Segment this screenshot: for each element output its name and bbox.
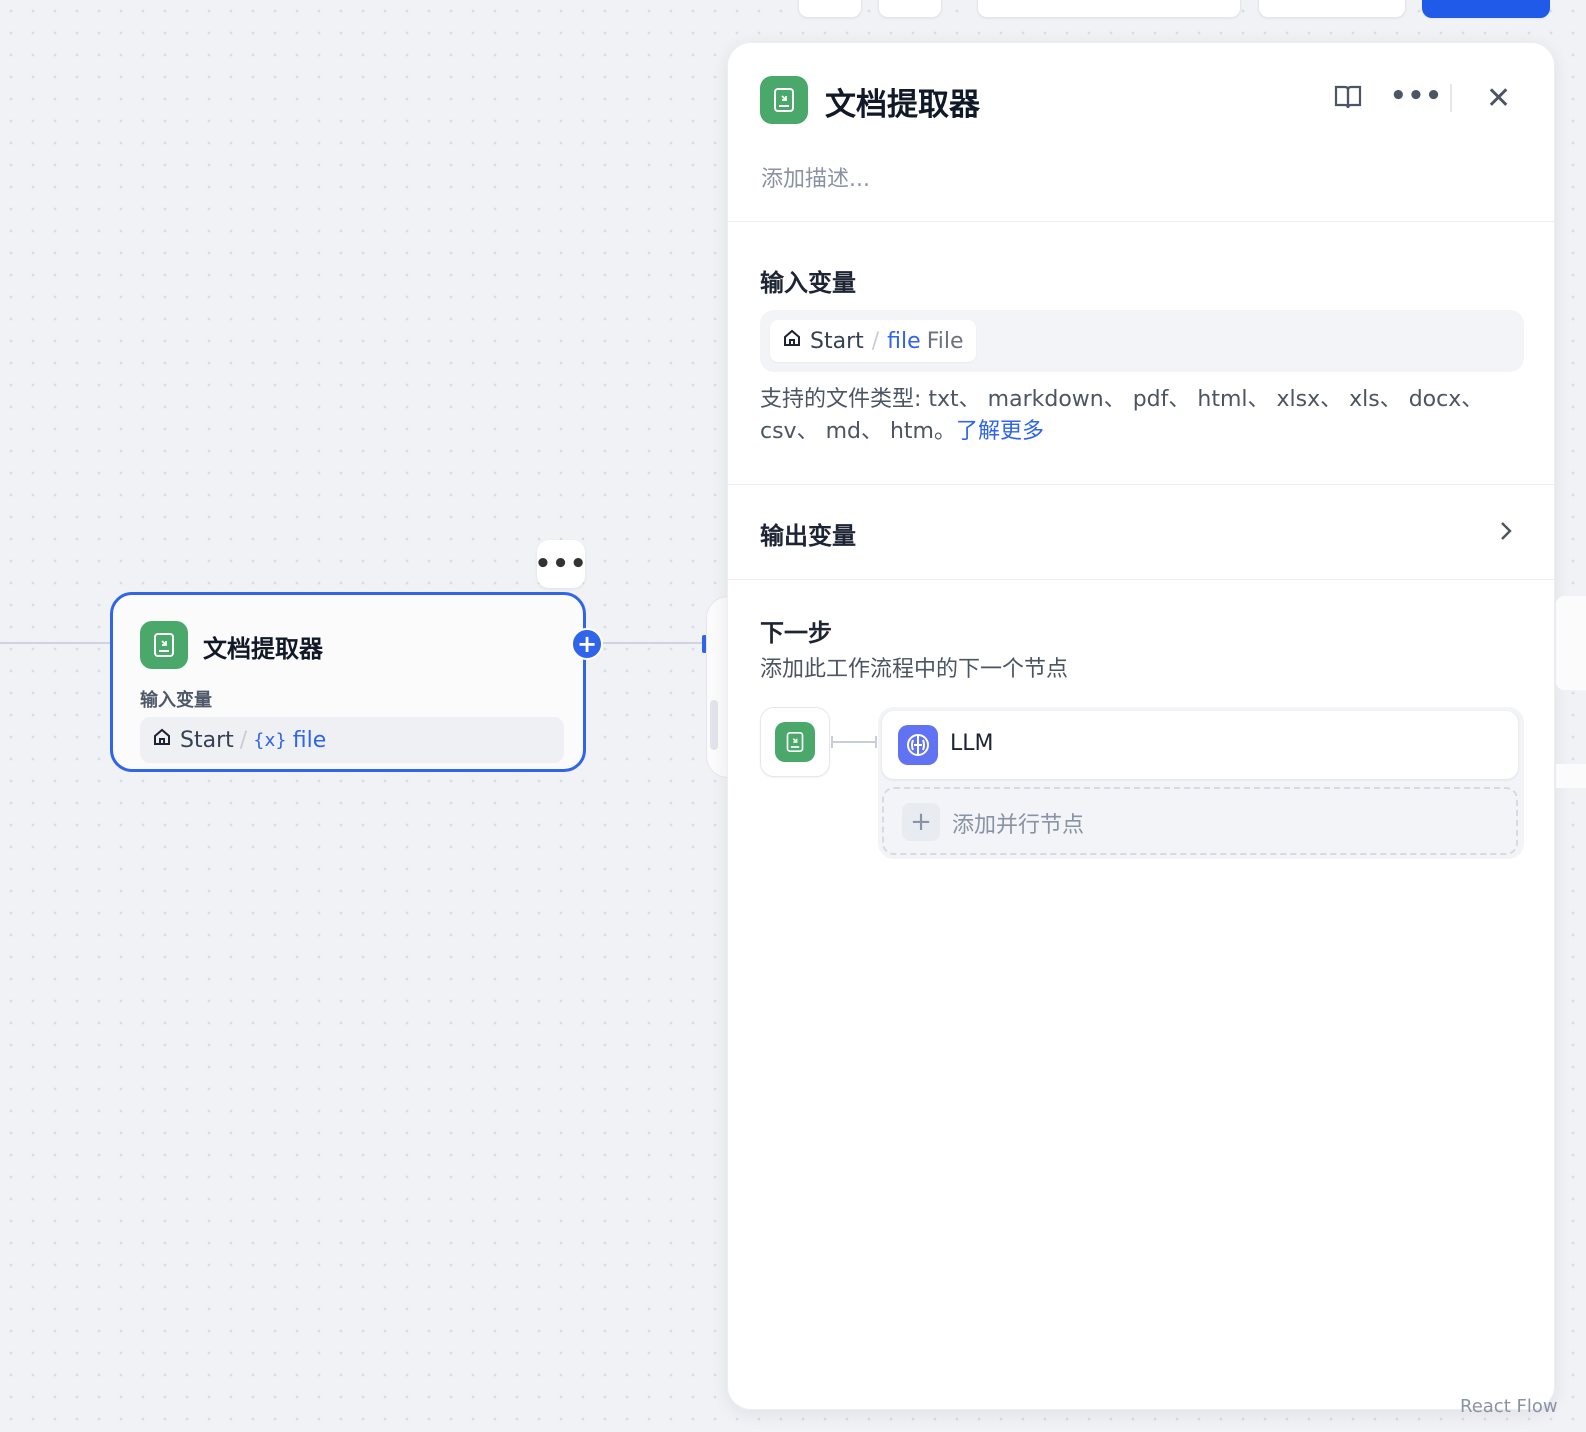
document-extractor-node[interactable]: 文档提取器 输入变量 Start / {x} file [110, 592, 586, 772]
panel-title[interactable]: 文档提取器 [825, 79, 980, 124]
next-node-label: LLM [950, 731, 994, 756]
document-extractor-icon [760, 76, 808, 124]
close-icon[interactable]: ✕ [1486, 81, 1511, 116]
incoming-edge [0, 642, 110, 644]
publish-button[interactable] [1422, 0, 1550, 18]
outgoing-edge [600, 642, 704, 644]
node-title: 文档提取器 [203, 635, 323, 663]
node-input-variable: Start / {x} file [140, 717, 564, 763]
toolbar-button-1[interactable] [798, 0, 862, 18]
output-variables-title[interactable]: 输出变量 [760, 516, 856, 551]
divider [728, 579, 1554, 580]
var-name: file [292, 727, 327, 753]
panel-more-button[interactable]: ••• [1390, 81, 1443, 111]
toolbar-button-4[interactable] [1258, 0, 1406, 18]
learn-more-link[interactable]: 了解更多 [956, 419, 1044, 444]
llm-brain-icon [898, 725, 938, 765]
var-source: Start [180, 727, 234, 753]
supported-file-types-text: 支持的文件类型: txt、 markdown、 pdf、 html、 xlsx、… [760, 387, 1484, 444]
supported-file-types: 支持的文件类型: txt、 markdown、 pdf、 html、 xlsx、… [760, 384, 1520, 448]
next-step-title: 下一步 [760, 619, 832, 647]
home-icon [782, 328, 802, 354]
home-icon [152, 727, 172, 753]
divider [728, 484, 1554, 485]
input-variable-chip[interactable]: Start / file File [770, 320, 976, 362]
var-type: File [926, 328, 964, 354]
toolbar-button-2[interactable] [878, 0, 942, 18]
add-parallel-node-button[interactable]: + 添加并行节点 [882, 787, 1518, 855]
chevron-right-icon[interactable] [1498, 519, 1514, 547]
background-node-edge [1556, 596, 1586, 690]
node-config-panel: 文档提取器 ••• ✕ 添加描述... 输入变量 Start / file Fi… [727, 42, 1555, 1410]
var-name: file [887, 328, 921, 354]
next-node-peek-bar [710, 700, 718, 750]
input-variables-title: 输入变量 [760, 269, 856, 297]
plus-icon: + [902, 803, 940, 841]
divider [728, 221, 1554, 222]
node-input-label: 输入变量 [140, 690, 212, 711]
add-next-node-button[interactable]: + [571, 628, 603, 660]
next-step-connector [831, 736, 877, 748]
header-divider [1450, 84, 1452, 112]
book-icon[interactable] [1333, 83, 1363, 115]
add-parallel-node-label: 添加并行节点 [952, 813, 1085, 838]
react-flow-attribution[interactable]: React Flow [1460, 1396, 1558, 1417]
document-extractor-icon [775, 722, 815, 762]
current-node-badge [760, 707, 830, 777]
next-step-subtitle: 添加此工作流程中的下一个节点 [760, 657, 1069, 682]
var-separator: / [871, 328, 880, 354]
variable-icon: {x} [253, 729, 287, 751]
next-nodes-list: LLM + 添加并行节点 [878, 707, 1524, 859]
description-input[interactable]: 添加描述... [761, 161, 870, 193]
var-separator: / [239, 727, 248, 753]
var-source: Start [810, 328, 864, 354]
background-node-edge [1556, 764, 1586, 788]
input-variable-selector[interactable]: Start / file File [760, 310, 1524, 372]
next-node-llm[interactable]: LLM [882, 711, 1518, 779]
toolbar-button-3[interactable] [977, 0, 1241, 18]
node-more-button[interactable]: ••• [535, 540, 586, 588]
document-extractor-icon [140, 621, 188, 669]
